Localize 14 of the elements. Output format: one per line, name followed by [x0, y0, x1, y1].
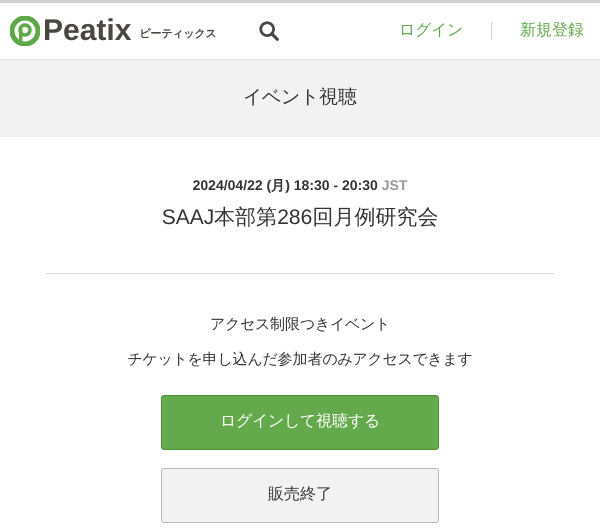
notice-heading: アクセス制限つきイベント	[210, 314, 390, 334]
sold-out-button[interactable]: 販売終了	[161, 468, 439, 522]
logo-subtitle: ピーティックス	[139, 26, 216, 42]
event-timezone: JST	[382, 177, 408, 193]
header-link[interactable]: 新規登録	[520, 19, 584, 43]
event-title: SAAJ本部第286回月例研究会	[162, 205, 438, 231]
notice-text: チケットを申し込んだ参加者のみアクセスできます	[128, 350, 472, 370]
login-watch-button[interactable]: ログインして視聴する	[161, 394, 439, 450]
logo-text[interactable]: Peatix	[43, 16, 132, 46]
event-datetime: 2024/04/22 (月) 18:30 - 20:30	[192, 177, 378, 193]
search-icon[interactable]	[258, 20, 280, 42]
page-title: イベント視聴	[243, 86, 357, 110]
header-link[interactable]: ログイン	[399, 19, 463, 43]
logo-icon	[10, 16, 40, 46]
